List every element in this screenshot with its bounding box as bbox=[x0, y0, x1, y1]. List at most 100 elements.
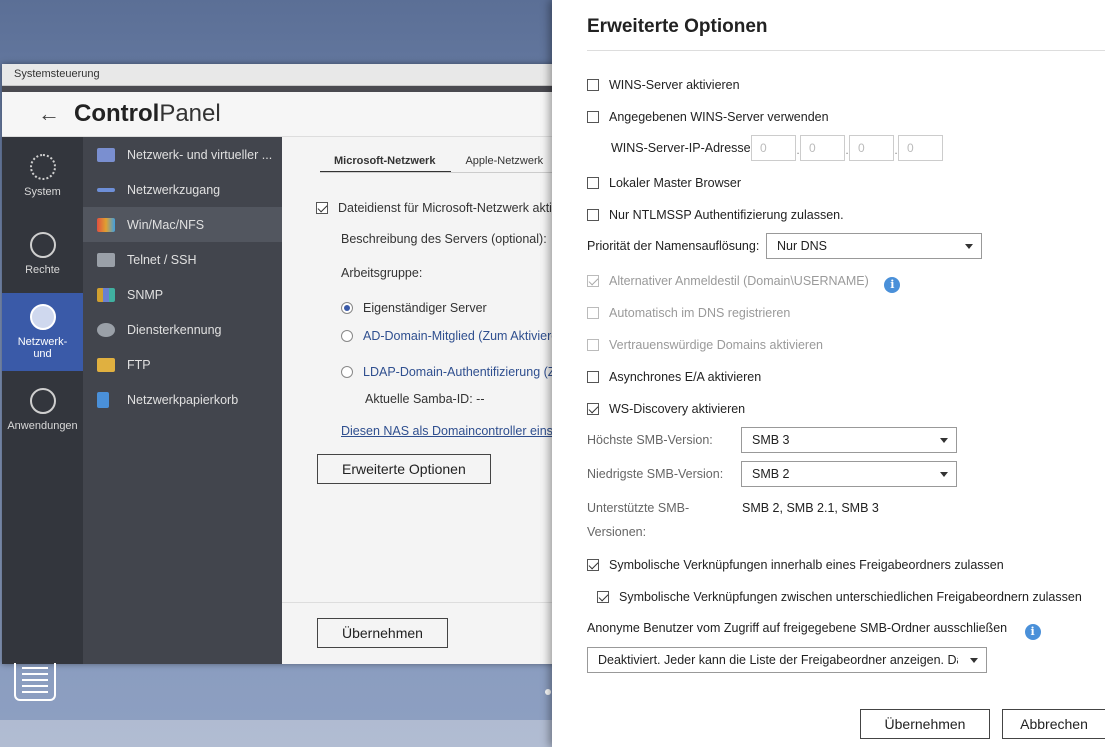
file-service-checkbox[interactable] bbox=[316, 202, 328, 214]
anon-restrict-value: Deaktiviert. Jeder kann die Liste der Fr… bbox=[598, 653, 958, 667]
wins-use-label: Angegebenen WINS-Server verwenden bbox=[609, 110, 829, 124]
nav-item-label: Win/Mac/NFS bbox=[127, 217, 205, 232]
ldap-domain-label: LDAP-Domain-Authentifizierung (Zu bbox=[363, 365, 562, 379]
network-access-icon bbox=[97, 187, 115, 192]
anon-restrict-row: Anonyme Benutzer vom Zugriff auf freigeg… bbox=[587, 621, 1041, 640]
sidebar-item-label: System bbox=[24, 186, 61, 198]
sidebar-item-network[interactable]: Netzwerk- und bbox=[2, 293, 83, 371]
control-panel-header: ← ControlPanel bbox=[2, 92, 562, 137]
dns-register-label: Automatisch im DNS registrieren bbox=[609, 306, 791, 320]
info-icon[interactable]: i bbox=[1024, 624, 1041, 640]
info-icon[interactable]: i bbox=[884, 277, 901, 293]
symlink-between-label: Symbolische Verknüpfungen zwischen unter… bbox=[619, 590, 1082, 604]
supported-smb-label-line2: Versionen: bbox=[587, 525, 647, 539]
control-panel-window: Systemsteuerung ← ControlPanel System Re… bbox=[2, 64, 562, 664]
supported-smb-label-line1: Unterstützte SMB- bbox=[587, 501, 690, 515]
desktop-menu-icon[interactable] bbox=[14, 663, 56, 701]
file-service-row: Dateidienst für Microsoft-Netzwerk akti bbox=[316, 201, 552, 215]
ad-domain-label: AD-Domain-Mitglied (Zum Aktiviere bbox=[363, 329, 559, 343]
back-arrow-icon[interactable]: ← bbox=[38, 101, 60, 127]
network-icon bbox=[97, 147, 115, 162]
apps-grid-icon bbox=[29, 388, 56, 414]
max-smb-select[interactable]: SMB 3 bbox=[741, 427, 957, 453]
trash-icon bbox=[97, 391, 109, 408]
sidebar-item-label: Anwendungen bbox=[7, 420, 78, 432]
radio-standalone-row: Eigenständiger Server bbox=[341, 301, 487, 315]
nav-item-label: Netzwerkzugang bbox=[127, 182, 221, 197]
content-divider bbox=[282, 602, 562, 603]
alt-login-checkbox[interactable] bbox=[587, 275, 599, 287]
async-io-label: Asynchrones E/A aktivieren bbox=[609, 370, 762, 384]
sidebar-item-rights[interactable]: Rechte bbox=[2, 215, 83, 293]
nav-item-label: SNMP bbox=[127, 287, 164, 302]
nav-item-win-mac-nfs[interactable]: Win/Mac/NFS bbox=[83, 207, 282, 242]
sidebar-item-applications[interactable]: Anwendungen bbox=[2, 371, 83, 449]
folder-icon bbox=[97, 357, 115, 372]
satellite-dish-icon bbox=[97, 322, 115, 337]
ws-discovery-label: WS-Discovery aktivieren bbox=[609, 402, 746, 416]
min-smb-select[interactable]: SMB 2 bbox=[741, 461, 957, 487]
wins-enable-label: WINS-Server aktivieren bbox=[609, 78, 740, 92]
dns-register-checkbox[interactable] bbox=[587, 307, 599, 319]
advanced-options-button[interactable]: Erweiterte Optionen bbox=[317, 454, 491, 484]
page-title: ControlPanel bbox=[74, 100, 221, 127]
alt-login-label: Alternativer Anmeldestil (Domain\USERNAM… bbox=[609, 274, 869, 288]
max-smb-value: SMB 3 bbox=[752, 433, 790, 447]
sidebar-item-label: Netzwerk- und bbox=[17, 336, 68, 360]
nav-item-snmp[interactable]: SNMP bbox=[83, 277, 282, 312]
nav-item-telnet-ssh[interactable]: Telnet / SSH bbox=[83, 242, 282, 277]
nav-item-network-access[interactable]: Netzwerkzugang bbox=[83, 172, 282, 207]
tab-apple-network[interactable]: Apple-Netzwerk bbox=[451, 155, 559, 173]
wins-ip-octet-1[interactable]: 0 bbox=[751, 135, 796, 161]
name-resolution-value: Nur DNS bbox=[777, 239, 828, 253]
sub-navigation: Netzwerk- und virtueller ... Netzwerkzug… bbox=[83, 137, 282, 664]
panel-apply-button[interactable]: Übernehmen bbox=[860, 709, 990, 739]
domain-controller-link[interactable]: Diesen NAS als Domaincontroller einste bbox=[341, 424, 562, 438]
local-master-checkbox[interactable] bbox=[587, 177, 599, 189]
symlink-within-checkbox[interactable] bbox=[587, 559, 599, 571]
wins-use-row: Angegebenen WINS-Server verwenden bbox=[587, 110, 829, 124]
panel-cancel-button[interactable]: Abbrechen bbox=[1002, 709, 1105, 739]
wins-enable-checkbox[interactable] bbox=[587, 79, 599, 91]
async-io-checkbox[interactable] bbox=[587, 371, 599, 383]
window-title: Systemsteuerung bbox=[2, 64, 562, 86]
tab-microsoft-network[interactable]: Microsoft-Netzwerk bbox=[320, 155, 452, 173]
ws-discovery-checkbox[interactable] bbox=[587, 403, 599, 415]
wins-ip-octet-2[interactable]: 0 bbox=[800, 135, 845, 161]
name-resolution-select[interactable]: Nur DNS bbox=[766, 233, 982, 259]
nav-item-ftp[interactable]: FTP bbox=[83, 347, 282, 382]
nav-item-network-virtual-switch[interactable]: Netzwerk- und virtueller ... bbox=[83, 137, 282, 172]
nav-item-label: Netzwerkpapierkorb bbox=[127, 392, 239, 407]
bar-chart-icon bbox=[97, 287, 115, 302]
trusted-domains-row: Vertrauenswürdige Domains aktivieren bbox=[587, 338, 823, 352]
nav-item-network-recycle-bin[interactable]: Netzwerkpapierkorb bbox=[83, 382, 282, 417]
nav-item-label: Telnet / SSH bbox=[127, 252, 197, 267]
ntlmssp-checkbox[interactable] bbox=[587, 209, 599, 221]
wins-ip-octet-4[interactable]: 0 bbox=[898, 135, 943, 161]
chevron-down-icon bbox=[970, 658, 978, 663]
sidebar-item-system[interactable]: System bbox=[2, 137, 83, 215]
anon-restrict-label: Anonyme Benutzer vom Zugriff auf freigeg… bbox=[587, 621, 1008, 635]
win-mac-nfs-icon bbox=[97, 217, 115, 232]
wins-ip-octet-3[interactable]: 0 bbox=[849, 135, 894, 161]
sidebar-item-label: Rechte bbox=[25, 264, 60, 276]
ntlmssp-row: Nur NTLMSSP Authentifizierung zulassen. bbox=[587, 208, 844, 222]
ldap-domain-radio[interactable] bbox=[341, 366, 353, 378]
wins-use-checkbox[interactable] bbox=[587, 111, 599, 123]
symlink-between-checkbox[interactable] bbox=[597, 591, 609, 603]
ad-domain-radio[interactable] bbox=[341, 330, 353, 342]
nav-item-service-discovery[interactable]: Diensterkennung bbox=[83, 312, 282, 347]
apply-button[interactable]: Übernehmen bbox=[317, 618, 448, 648]
nav-item-label: FTP bbox=[127, 357, 151, 372]
trusted-domains-checkbox[interactable] bbox=[587, 339, 599, 351]
file-service-label: Dateidienst für Microsoft-Netzwerk akti bbox=[338, 201, 552, 215]
ws-discovery-row: WS-Discovery aktivieren bbox=[587, 402, 745, 416]
standalone-radio[interactable] bbox=[341, 302, 353, 314]
local-master-label: Lokaler Master Browser bbox=[609, 176, 741, 190]
globe-icon bbox=[29, 304, 56, 330]
name-resolution-label: Priorität der Namensauflösung: bbox=[587, 239, 760, 253]
anon-restrict-select[interactable]: Deaktiviert. Jeder kann die Liste der Fr… bbox=[587, 647, 987, 673]
settings-content: Microsoft-Netzwerk Apple-Netzwerk Dateid… bbox=[282, 137, 562, 664]
page-indicator-dot[interactable] bbox=[545, 689, 551, 695]
ntlmssp-label: Nur NTLMSSP Authentifizierung zulassen. bbox=[609, 208, 844, 222]
